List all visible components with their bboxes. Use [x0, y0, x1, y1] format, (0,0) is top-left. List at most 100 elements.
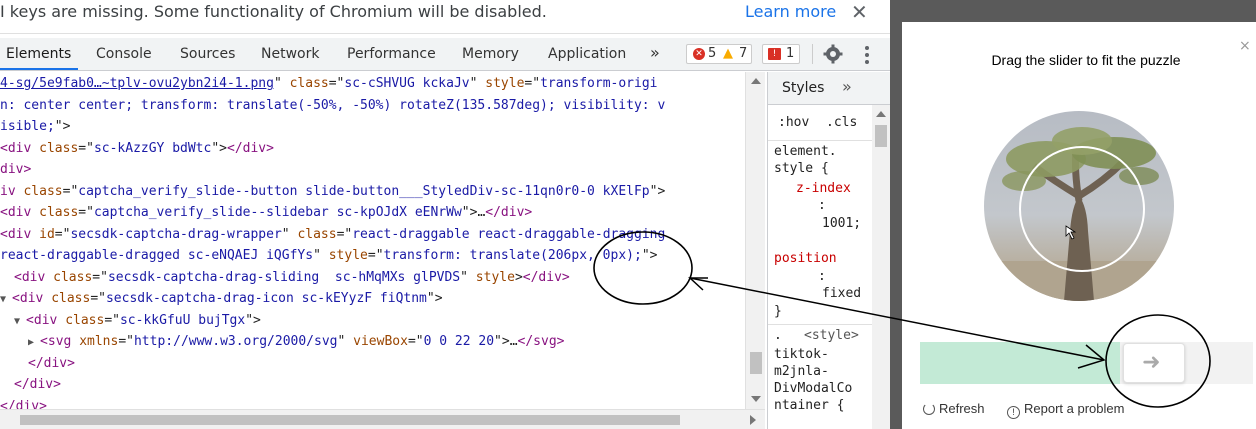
dom-tree-row[interactable]: ▼ <div class="secsdk-captcha-drag-icon s… — [0, 291, 443, 312]
elements-vertical-scrollbar[interactable] — [745, 72, 765, 409]
dom-tree-row[interactable]: </div> — [0, 399, 47, 410]
refresh-label: Refresh — [939, 401, 985, 416]
settings-gear-icon[interactable] — [822, 43, 844, 65]
dom-tree-row[interactable]: isible;"> — [0, 119, 70, 140]
hov-toggle[interactable]: :hov — [778, 115, 809, 130]
arrow-right-icon: ➜ — [1142, 350, 1161, 375]
dom-tree-row[interactable]: </div> — [14, 377, 61, 398]
dom-token-val: http://www.w3.org/2000/svg — [133, 334, 338, 349]
dom-token-attr: style — [485, 76, 525, 91]
slider-handle-button[interactable]: ➜ — [1123, 343, 1185, 383]
styles-divider — [768, 140, 872, 141]
rule-selector: tiktok- m2jnla- DivModalCo ntainer { — [774, 347, 853, 413]
dom-token-tag: <svg — [40, 334, 80, 349]
tab-styles[interactable]: Styles — [782, 80, 824, 96]
styles-scrollbar[interactable] — [872, 105, 890, 429]
dom-tree-row[interactable]: react-draggable-dragged sc-eNQAEJ iQGfYs… — [0, 248, 657, 269]
learn-more-link[interactable]: Learn more — [745, 2, 836, 21]
dom-tree-row[interactable]: div> — [0, 162, 31, 183]
dom-tree-row[interactable]: ▶ <svg xmlns="http://www.w3.org/2000/svg… — [28, 334, 565, 355]
dom-token-txt: ">… — [494, 334, 518, 349]
tab-console[interactable]: Console — [96, 46, 152, 62]
dom-token-lnk[interactable]: 4-sg/5e9fab0…~tplv-ovu2ybn2i4-1.png — [0, 76, 274, 91]
dom-token-tag: <div — [0, 205, 40, 220]
styles-header: Styles » — [768, 72, 890, 105]
more-tabs-chevron-icon[interactable]: » — [650, 43, 660, 62]
issues-badge[interactable]: ! 1 — [762, 44, 800, 64]
scroll-up-icon[interactable] — [751, 78, 761, 84]
dom-token-val: 0 0 22 20 — [423, 334, 495, 349]
dom-token-txt: > — [514, 269, 523, 285]
expand-triangle-icon[interactable]: ▶ — [28, 337, 40, 348]
dom-token-txt: =" — [407, 334, 424, 349]
warnings-count: 7 — [739, 46, 748, 61]
dom-tree-row[interactable]: ▼ <div class="sc-kkGfuU bujTgx"> — [14, 313, 261, 334]
tab-memory[interactable]: Memory — [462, 46, 519, 62]
slider-progress-fill — [920, 342, 1120, 384]
dom-token-val: captcha_verify_slide--slidebar sc-kpOJdX… — [93, 205, 462, 220]
infobar-close-icon[interactable]: ✕ — [851, 0, 868, 24]
tab-application[interactable]: Application — [548, 46, 626, 62]
dom-token-attr: class — [297, 226, 337, 242]
tab-network[interactable]: Network — [261, 46, 319, 62]
scroll-thumb[interactable] — [750, 352, 762, 374]
rule-source-link[interactable]: <style> — [804, 328, 859, 343]
dom-tree-row[interactable]: <div class="secsdk-captcha-drag-sliding … — [14, 270, 570, 291]
tab-sources[interactable]: Sources — [180, 46, 235, 62]
warning-icon: ▲ — [723, 46, 733, 61]
dom-tree-row[interactable]: <div class="captcha_verify_slide--slideb… — [0, 205, 532, 226]
baobab-tree-image — [984, 127, 1174, 301]
dom-token-attr: id — [39, 226, 55, 242]
tabbar-divider — [812, 44, 813, 64]
dom-token-val: n: center center; transform: translate(-… — [0, 97, 666, 113]
elements-horizontal-scrollbar[interactable] — [0, 409, 765, 429]
collapse-triangle-icon[interactable]: ▼ — [0, 294, 12, 305]
dom-token-txt: " — [273, 76, 290, 91]
cls-toggle[interactable]: .cls — [826, 115, 857, 130]
dom-tree-row[interactable]: <div id="secsdk-captcha-drag-wrapper" cl… — [0, 227, 665, 248]
dom-token-tag: </div> — [227, 140, 274, 156]
slider-track[interactable] — [920, 342, 1253, 384]
dom-tree-row[interactable]: 4-sg/5e9fab0…~tplv-ovu2ybn2i4-1.png" cla… — [0, 76, 657, 97]
dom-tree-row[interactable]: n: center center; transform: translate(-… — [0, 98, 665, 119]
dom-token-val: secsdk-captcha-drag-icon sc-kEYyzF fiQtn… — [105, 291, 427, 306]
dom-tree-row[interactable]: </div> — [28, 356, 75, 377]
styles-scroll-up-icon[interactable] — [876, 111, 886, 117]
dom-tree-row[interactable]: iv class="captcha_verify_slide--button s… — [0, 184, 665, 205]
styles-more-chevron-icon[interactable]: » — [842, 77, 852, 96]
issues-count: 1 — [786, 46, 795, 61]
z-index-value[interactable]: 1001; — [822, 216, 861, 231]
dom-token-val: secsdk-captcha-drag-sliding sc-hMqMXs gl… — [107, 269, 461, 285]
dom-token-txt: "> — [54, 119, 71, 134]
scroll-right-icon[interactable] — [750, 415, 756, 425]
collapse-triangle-icon[interactable]: ▼ — [14, 316, 26, 327]
dom-token-tag: div> — [0, 162, 32, 177]
puzzle-image — [984, 111, 1174, 301]
dom-tree-row[interactable]: <div class="sc-kAzzGY bdWtc"></div> — [0, 141, 274, 162]
dom-token-val: captcha_verify_slide--button slide-butto… — [78, 183, 650, 199]
infobar: I keys are missing. Some functionality o… — [0, 0, 890, 34]
element-style-selector: element. style { — [774, 144, 837, 176]
position-property[interactable]: position — [774, 251, 837, 266]
dom-token-txt: " — [337, 334, 354, 349]
scroll-down-icon[interactable] — [751, 396, 761, 402]
styles-scroll-thumb[interactable] — [875, 125, 887, 147]
kebab-menu-icon[interactable] — [864, 45, 870, 65]
tab-elements[interactable]: Elements — [6, 46, 71, 62]
elements-dom-tree[interactable]: 4-sg/5e9fab0…~tplv-ovu2ybn2i4-1.png" cla… — [0, 72, 765, 409]
dom-token-txt: =" — [92, 269, 108, 285]
dom-token-txt: =" — [367, 248, 384, 263]
dom-token-attr: class — [23, 183, 63, 199]
position-value[interactable]: fixed — [822, 286, 861, 301]
dom-token-val: isible; — [0, 119, 55, 134]
dom-token-val: sc-kAzzGY bdWtc — [93, 140, 212, 156]
console-counts-badge[interactable]: ✕ 5 ▲ 7 — [686, 44, 752, 64]
report-problem-button[interactable]: ! Report a problem — [1007, 401, 1124, 419]
z-index-property[interactable]: z-index — [796, 181, 851, 196]
report-label: Report a problem — [1024, 401, 1125, 416]
error-icon: ✕ — [693, 48, 705, 60]
hscroll-thumb[interactable] — [20, 415, 680, 425]
tab-performance[interactable]: Performance — [347, 46, 436, 62]
refresh-button[interactable]: Refresh — [923, 401, 985, 416]
dom-token-tag: </svg> — [517, 334, 565, 349]
